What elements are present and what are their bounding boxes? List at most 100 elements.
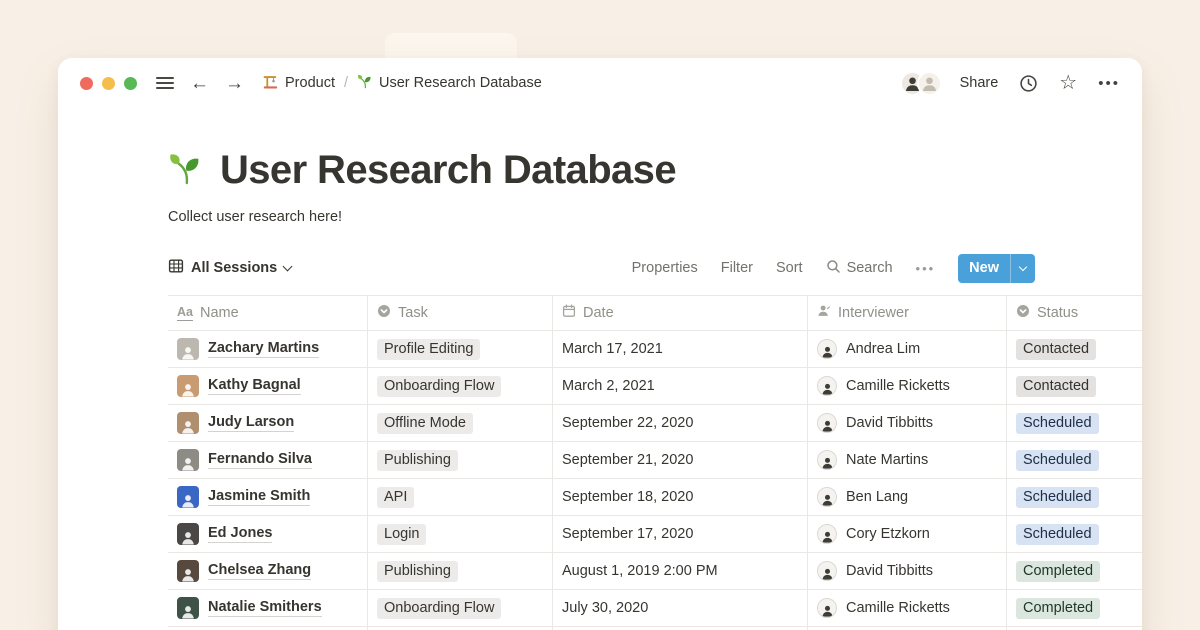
sidebar-menu-icon[interactable]: [156, 77, 174, 90]
toolbar-controls: Properties Filter Sort Search ••• New: [632, 254, 1035, 283]
status-cell[interactable]: Scheduled: [1007, 516, 1142, 552]
interviewer-cell[interactable]: Andrea Lim: [808, 331, 1007, 367]
breadcrumb: Product / User Research Database: [262, 73, 542, 94]
close-window-button[interactable]: [80, 77, 93, 90]
status-cell[interactable]: Scheduled: [1007, 442, 1142, 478]
interviewer-cell[interactable]: David Tibbitts: [808, 553, 1007, 589]
task-tag: Onboarding Flow: [377, 376, 501, 397]
task-tag: Publishing: [377, 561, 458, 582]
interviewer-cell[interactable]: David Tibbitts: [808, 405, 1007, 441]
record-name: Chelsea Zhang: [208, 562, 311, 580]
name-cell[interactable]: Kathy Bagnal: [168, 368, 368, 404]
date-cell[interactable]: March 2, 2021: [553, 368, 808, 404]
task-cell[interactable]: API: [368, 479, 553, 515]
name-cell[interactable]: Zachary Martins: [168, 331, 368, 367]
task-tag: API: [377, 487, 414, 508]
task-cell[interactable]: Offline Mode: [368, 405, 553, 441]
record-name: Natalie Smithers: [208, 599, 322, 617]
sort-button[interactable]: Sort: [776, 260, 803, 276]
table-row: Jasmine Smith API September 18, 2020 Ben…: [168, 479, 1142, 516]
construction-crane-icon: [262, 73, 279, 94]
interviewer-cell[interactable]: Camille Ricketts: [808, 590, 1007, 626]
interviewer-avatar: [817, 376, 837, 396]
task-cell[interactable]: Onboarding Flow: [368, 368, 553, 404]
updates-clock-icon[interactable]: [1019, 74, 1038, 93]
name-cell[interactable]: Jasmine Smith: [168, 479, 368, 515]
breadcrumb-item-product[interactable]: Product: [262, 73, 335, 94]
name-cell[interactable]: Natalie Smithers: [168, 590, 368, 626]
back-button[interactable]: ←: [190, 74, 209, 93]
breadcrumb-item-page[interactable]: User Research Database: [357, 73, 542, 93]
name-cell[interactable]: Fernando Silva: [168, 442, 368, 478]
date-cell[interactable]: March 17, 2021: [553, 331, 808, 367]
page-description: Collect user research here!: [168, 209, 1142, 225]
forward-button[interactable]: →: [225, 74, 244, 93]
row-avatar: [177, 412, 199, 434]
table-row: Judy Larson Offline Mode September 22, 2…: [168, 405, 1142, 442]
date-cell[interactable]: July 30, 2020: [553, 590, 808, 626]
task-tag: Profile Editing: [377, 339, 480, 360]
status-cell[interactable]: Contacted: [1007, 368, 1142, 404]
date-cell[interactable]: August 1, 2019 2:00 PM: [553, 553, 808, 589]
select-property-icon: [377, 304, 391, 322]
name-cell[interactable]: Judy Larson: [168, 405, 368, 441]
date-cell[interactable]: September 18, 2020: [553, 479, 808, 515]
presence-avatars[interactable]: [900, 71, 942, 96]
filter-button[interactable]: Filter: [721, 260, 753, 276]
date-cell[interactable]: September 21, 2020: [553, 442, 808, 478]
status-cell[interactable]: Scheduled: [1007, 479, 1142, 515]
zoom-window-button[interactable]: [124, 77, 137, 90]
interviewer-name: Andrea Lim: [846, 341, 920, 357]
date-cell[interactable]: September 22, 2020: [553, 405, 808, 441]
properties-button[interactable]: Properties: [632, 260, 698, 276]
status-cell[interactable]: Contacted: [1007, 331, 1142, 367]
table-body: Zachary Martins Profile Editing March 17…: [168, 331, 1142, 627]
favorite-star-icon[interactable]: ☆: [1059, 73, 1077, 93]
page-title: User Research Database: [220, 148, 676, 193]
column-label: Name: [200, 305, 239, 321]
more-options-icon[interactable]: •••: [1098, 75, 1120, 92]
table-row: Fernando Silva Publishing September 21, …: [168, 442, 1142, 479]
column-header-interviewer[interactable]: Interviewer: [808, 296, 1007, 330]
new-button[interactable]: New: [958, 254, 1010, 283]
column-header-name[interactable]: Aa Name: [168, 296, 368, 330]
table-row: Zachary Martins Profile Editing March 17…: [168, 331, 1142, 368]
status-cell[interactable]: Scheduled: [1007, 405, 1142, 441]
new-dropdown-button[interactable]: [1010, 254, 1035, 283]
status-cell[interactable]: Completed: [1007, 590, 1142, 626]
column-header-task[interactable]: Task: [368, 296, 553, 330]
name-cell[interactable]: Ed Jones: [168, 516, 368, 552]
interviewer-cell[interactable]: Nate Martins: [808, 442, 1007, 478]
view-selector[interactable]: All Sessions: [168, 258, 291, 278]
interviewer-cell[interactable]: Camille Ricketts: [808, 368, 1007, 404]
status-cell[interactable]: Completed: [1007, 553, 1142, 589]
interviewer-cell[interactable]: Ben Lang: [808, 479, 1007, 515]
task-tag: Onboarding Flow: [377, 598, 501, 619]
search-button[interactable]: Search: [826, 259, 893, 278]
text-property-icon: Aa: [177, 305, 193, 320]
name-cell[interactable]: Chelsea Zhang: [168, 553, 368, 589]
view-selector-label: All Sessions: [191, 260, 277, 276]
date-cell[interactable]: September 17, 2020: [553, 516, 808, 552]
share-button[interactable]: Share: [960, 75, 999, 91]
interviewer-avatar: [817, 524, 837, 544]
task-cell[interactable]: Login: [368, 516, 553, 552]
task-cell[interactable]: Onboarding Flow: [368, 590, 553, 626]
status-badge: Contacted: [1016, 376, 1096, 397]
column-header-status[interactable]: Status: [1007, 296, 1142, 330]
chevron-down-icon: [283, 261, 293, 271]
interviewer-cell[interactable]: Cory Etzkorn: [808, 516, 1007, 552]
table-row: Natalie Smithers Onboarding Flow July 30…: [168, 590, 1142, 627]
toolbar-more-icon[interactable]: •••: [916, 261, 936, 276]
task-cell[interactable]: Profile Editing: [368, 331, 553, 367]
record-name: Kathy Bagnal: [208, 377, 301, 395]
task-cell[interactable]: Publishing: [368, 553, 553, 589]
interviewer-name: Cory Etzkorn: [846, 526, 930, 542]
person-icon: [817, 304, 831, 322]
column-header-date[interactable]: Date: [553, 296, 808, 330]
task-cell[interactable]: Publishing: [368, 442, 553, 478]
minimize-window-button[interactable]: [102, 77, 115, 90]
table-row: Chelsea Zhang Publishing August 1, 2019 …: [168, 553, 1142, 590]
interviewer-avatar: [817, 339, 837, 359]
breadcrumb-separator: /: [344, 75, 348, 91]
